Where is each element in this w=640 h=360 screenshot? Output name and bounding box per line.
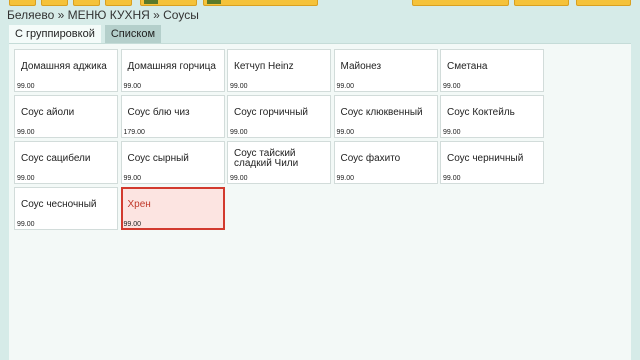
product-name: Кетчуп Heinz: [234, 61, 294, 72]
product-tile[interactable]: Соус сырный 99.00: [120, 141, 225, 184]
product-price: 99.00: [123, 83, 142, 90]
product-tile[interactable]: Домашняя аджика 99.00: [14, 49, 118, 92]
product-tile[interactable]: Соус сацибели 99.00: [14, 141, 118, 184]
product-price: 99.00: [230, 175, 248, 182]
product-name: Соус горчичный: [234, 107, 308, 118]
toolbar-button-group[interactable]: [140, 0, 197, 6]
product-tile[interactable]: Кетчуп Heinz 99.00: [227, 49, 331, 92]
product-tile[interactable]: Соус чесночный 99.00: [14, 187, 118, 230]
product-name: Домашняя горчица: [127, 61, 216, 72]
product-price: 99.00: [123, 175, 142, 182]
tab-grouped[interactable]: С группировкой: [9, 25, 101, 43]
product-tile[interactable]: Соус фахито 99.00: [333, 141, 438, 184]
product-tile[interactable]: Соус горчичный 99.00: [227, 95, 331, 138]
tab-list[interactable]: Списком: [104, 25, 162, 43]
product-tile[interactable]: Соус клюквенный 99.00: [333, 95, 438, 138]
toolbar-button-4[interactable]: [105, 0, 132, 6]
product-tile[interactable]: Домашняя горчица 99.00: [120, 49, 225, 92]
product-price: 99.00: [443, 129, 461, 136]
top-toolbar: [0, 0, 640, 6]
product-name: Соус Коктейль: [447, 107, 515, 118]
product-name: Майонез: [340, 61, 382, 72]
product-tile[interactable]: Хрен 99.00: [120, 187, 225, 230]
product-name: Соус чесночный: [21, 199, 97, 210]
toolbar-button-right-2[interactable]: [514, 0, 569, 6]
product-name: Соус тайский сладкий Чили: [234, 148, 299, 169]
product-name: Сметана: [447, 61, 488, 72]
product-name: Соус айоли: [21, 107, 75, 118]
product-price: 99.00: [336, 175, 355, 182]
toolbar-button-1[interactable]: [9, 0, 36, 6]
product-name: Соус сацибели: [21, 153, 91, 164]
product-name: Соус блю чиз: [127, 107, 190, 118]
product-tile[interactable]: Майонез 99.00: [333, 49, 438, 92]
product-price: 99.00: [336, 83, 355, 90]
product-tile[interactable]: Соус Коктейль 99.00: [440, 95, 544, 138]
toolbar-button-right-3[interactable]: [576, 0, 631, 6]
toolbar-button-wide[interactable]: [203, 0, 318, 6]
product-name: Соус фахито: [340, 153, 401, 164]
group-icon: [144, 0, 158, 4]
product-price: 99.00: [443, 175, 461, 182]
product-price: 99.00: [230, 129, 248, 136]
product-name: Домашняя аджика: [21, 61, 107, 72]
product-price: 99.00: [336, 129, 355, 136]
products-panel: Домашняя аджика 99.00 Домашняя горчица 99.0…: [9, 43, 631, 360]
toolbar-button-2[interactable]: [41, 0, 68, 6]
list-icon: [207, 0, 221, 4]
product-price: 99.00: [17, 175, 35, 182]
product-name: Соус клюквенный: [340, 107, 423, 118]
product-grid: Домашняя аджика 99.00 Домашняя горчица 99.0…: [14, 49, 544, 230]
toolbar-button-3[interactable]: [73, 0, 100, 6]
product-price: 99.00: [17, 221, 35, 228]
product-price: 179.00: [123, 129, 145, 136]
product-name: Соус черничный: [447, 153, 524, 164]
product-name: Хрен: [127, 199, 151, 210]
product-tile[interactable]: Соус тайский сладкий Чили 99.00: [227, 141, 331, 184]
product-tile[interactable]: Соус блю чиз 179.00: [120, 95, 225, 138]
product-price: 99.00: [230, 83, 248, 90]
view-tabs: С группировкой Списком: [9, 25, 165, 43]
product-price: 99.00: [443, 83, 461, 90]
product-tile[interactable]: Соус черничный 99.00: [440, 141, 544, 184]
toolbar-button-right-1[interactable]: [412, 0, 509, 6]
product-price: 99.00: [123, 221, 142, 228]
breadcrumb: Беляево » МЕНЮ КУХНЯ » Соусы: [7, 8, 199, 22]
product-tile[interactable]: Сметана 99.00: [440, 49, 544, 92]
product-name: Соус сырный: [127, 153, 189, 164]
product-tile[interactable]: Соус айоли 99.00: [14, 95, 118, 138]
product-price: 99.00: [17, 83, 35, 90]
product-price: 99.00: [17, 129, 35, 136]
